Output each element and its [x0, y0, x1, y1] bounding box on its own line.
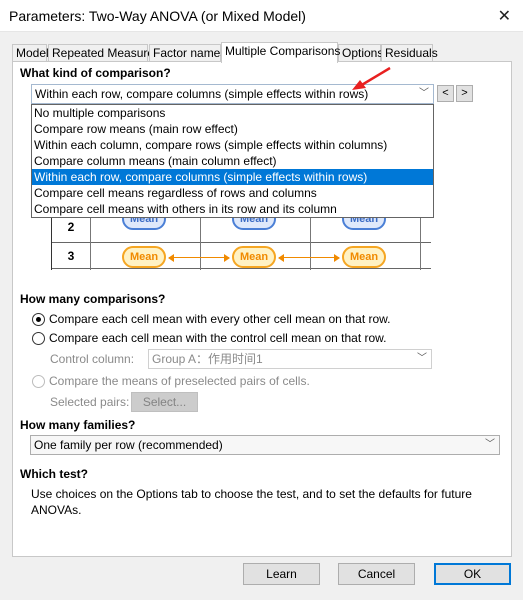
mean-cell: Mean: [342, 246, 386, 268]
diagram-divider: [90, 218, 91, 270]
dropdown-option[interactable]: Compare row means (main row effect): [32, 121, 433, 137]
selected-pairs-label: Selected pairs:: [50, 395, 130, 409]
diagram-row-label: 2: [67, 220, 75, 234]
chevron-down-icon: ﹀: [485, 439, 495, 450]
next-button[interactable]: >: [456, 85, 473, 102]
tab-options[interactable]: Options: [338, 44, 383, 62]
radio-control[interactable]: [32, 332, 45, 345]
cancel-button[interactable]: Cancel: [338, 563, 415, 585]
mean-cell: Mean: [122, 246, 166, 268]
prev-button[interactable]: <: [437, 85, 454, 102]
tab-multiple-comparisons[interactable]: Multiple Comparisons: [221, 42, 340, 63]
families-value: One family per row (recommended): [34, 438, 223, 452]
mean-cell: Mean: [232, 218, 276, 230]
chevron-down-icon: ﹀: [419, 88, 429, 99]
ok-button[interactable]: OK: [434, 563, 511, 585]
diagram-divider: [420, 218, 421, 270]
dropdown-option[interactable]: Within each column, compare rows (simple…: [32, 137, 433, 153]
how-many-heading: How many comparisons?: [20, 292, 166, 306]
dropdown-option[interactable]: Compare column means (main column effect…: [32, 153, 433, 169]
double-arrow-icon: [168, 254, 230, 262]
dropdown-option-selected[interactable]: Within each row, compare columns (simple…: [32, 169, 433, 185]
diagram-divider: [200, 218, 201, 270]
which-test-text-line1: Use choices on the Options tab to choose…: [31, 487, 472, 501]
dropdown-option[interactable]: Compare cell means regardless of rows an…: [32, 185, 433, 201]
double-arrow-icon: [278, 254, 340, 262]
title-bar: Parameters: Two-Way ANOVA (or Mixed Mode…: [0, 0, 523, 32]
comparison-diagram: 2 3 Mean Mean Mean Mean Mean Mean: [51, 218, 431, 270]
radio-preselected-pairs[interactable]: [32, 375, 45, 388]
radio-every-other-label[interactable]: Compare each cell mean with every other …: [49, 312, 391, 326]
mean-cell: Mean: [232, 246, 276, 268]
select-pairs-button[interactable]: Select...: [131, 392, 198, 412]
radio-control-label[interactable]: Compare each cell mean with the control …: [49, 331, 387, 345]
control-column-label: Control column:: [50, 352, 135, 366]
diagram-row-label: 3: [67, 249, 75, 263]
mean-cell: Mean: [122, 218, 166, 230]
families-heading: How many families?: [20, 418, 136, 432]
radio-every-other[interactable]: [32, 313, 45, 326]
tab-factor-names[interactable]: Factor names: [149, 44, 226, 62]
window-title: Parameters: Two-Way ANOVA (or Mixed Mode…: [9, 8, 306, 24]
comparison-dropdown-list: No multiple comparisons Compare row mean…: [31, 104, 434, 218]
control-column-select[interactable]: Group A：作用时间1 ﹀: [148, 349, 432, 369]
diagram-divider: [310, 218, 311, 270]
comparison-selected-value: Within each row, compare columns (simple…: [35, 87, 369, 101]
red-pointer-arrow-icon: [352, 66, 391, 90]
dropdown-option[interactable]: No multiple comparisons: [32, 105, 433, 121]
mean-cell: Mean: [342, 218, 386, 230]
families-select[interactable]: One family per row (recommended) ﹀: [30, 435, 500, 455]
dropdown-option[interactable]: Compare cell means with others in its ro…: [32, 201, 433, 217]
tab-model[interactable]: Model: [12, 44, 49, 62]
tab-residuals[interactable]: Residuals: [381, 44, 438, 62]
close-icon[interactable]: ✕: [498, 6, 511, 26]
which-test-heading: Which test?: [20, 467, 88, 481]
tab-repeated-measures[interactable]: Repeated Measures: [48, 44, 160, 62]
which-test-text-line2: ANOVAs.: [31, 503, 82, 517]
chevron-down-icon: ﹀: [417, 353, 427, 364]
control-column-value: Group A：作用时间1: [152, 352, 263, 366]
radio-preselected-pairs-label[interactable]: Compare the means of preselected pairs o…: [49, 374, 310, 388]
learn-button[interactable]: Learn: [243, 563, 320, 585]
comparison-heading: What kind of comparison?: [20, 66, 171, 80]
